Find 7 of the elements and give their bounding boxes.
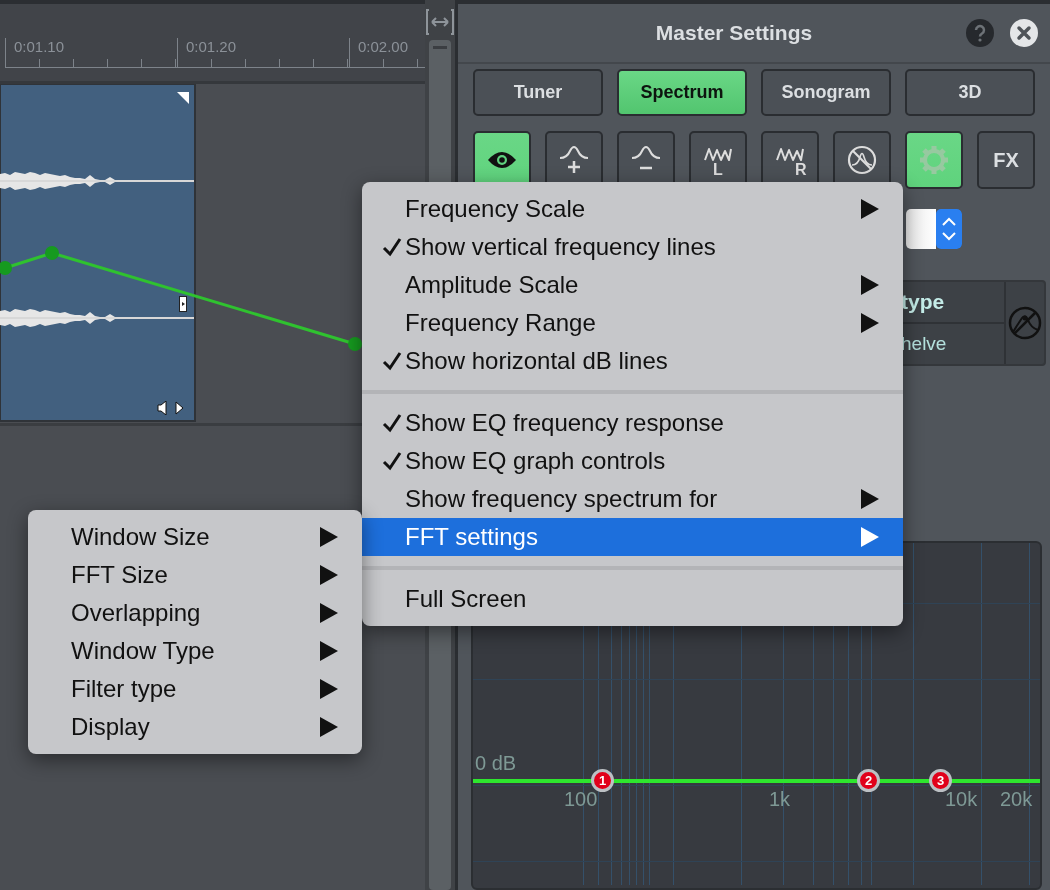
db-label: 0 dB bbox=[475, 752, 517, 775]
frequency-label: 1k bbox=[769, 788, 791, 811]
frequency-label: 20k bbox=[1000, 788, 1033, 811]
time-label: 0:01.20 bbox=[185, 38, 237, 56]
panel-title: Master Settings bbox=[654, 21, 814, 45]
time-label: 0:02.00 bbox=[357, 38, 409, 56]
time-label: 0:01.10 bbox=[13, 38, 65, 56]
